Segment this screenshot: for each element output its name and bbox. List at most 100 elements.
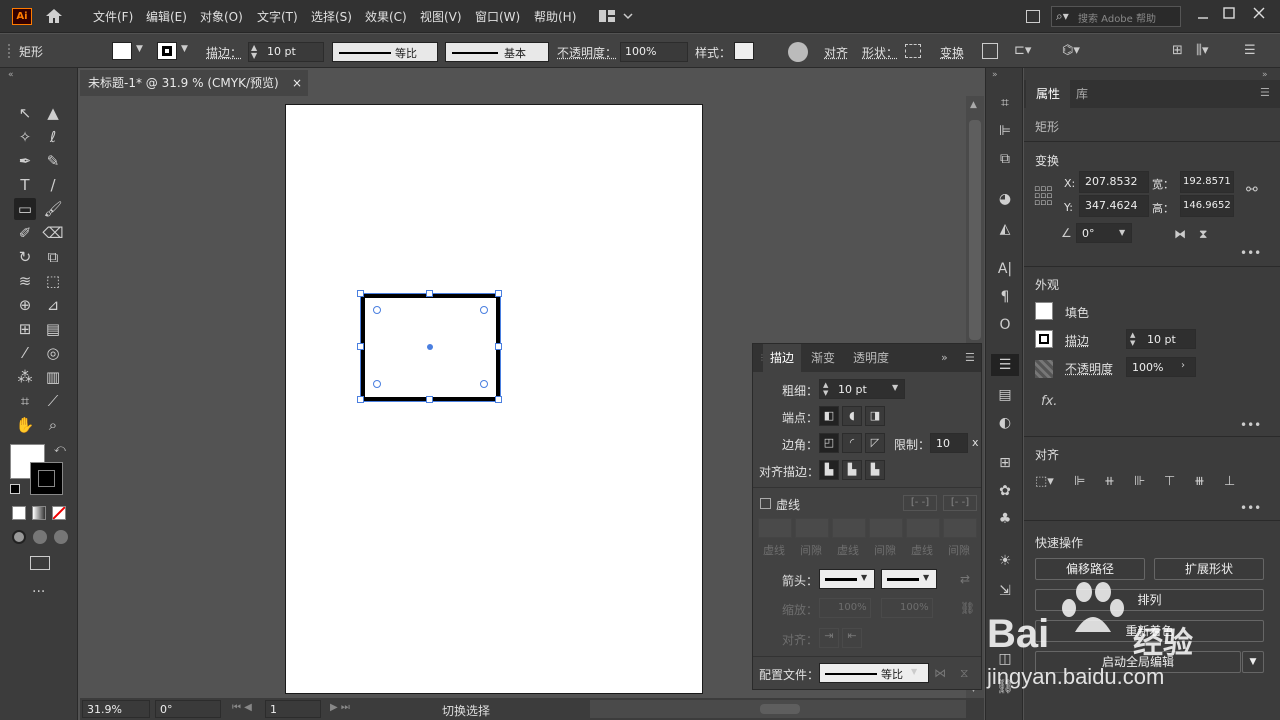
artboard-tool-icon[interactable]: ⌗ — [14, 390, 36, 412]
stroke-weight-stepper-props[interactable]: ▲ ▼ — [1130, 331, 1135, 347]
transform-link[interactable]: 变换 — [940, 44, 964, 61]
eyedropper-tool-icon[interactable]: ⁄ — [14, 342, 36, 364]
type-tool-icon[interactable]: T — [14, 174, 36, 196]
handle-middle-left[interactable] — [357, 343, 364, 350]
x-field[interactable]: 207.8532 — [1079, 171, 1149, 193]
fill-swatch[interactable] — [112, 42, 132, 60]
constrain-proportions-icon[interactable]: ⚯ — [1246, 182, 1258, 198]
workspace-switcher-icon[interactable] — [598, 9, 634, 23]
dash-preserve-icon[interactable]: [- -] — [903, 495, 937, 511]
more-tools-icon[interactable]: ··· — [32, 584, 45, 600]
stroke-dropdown-icon[interactable]: ▼ — [181, 44, 188, 54]
artboard-number-field[interactable]: 1 — [265, 700, 321, 718]
corner-widget-bl[interactable] — [373, 380, 381, 388]
curvature-tool-icon[interactable]: ✎ — [42, 150, 64, 172]
maximize-button[interactable] — [1222, 6, 1236, 20]
grid-layout-icon[interactable]: ⊞ — [1172, 43, 1183, 58]
pen-tool-icon[interactable]: ✒ — [14, 150, 36, 172]
scale-tool-icon[interactable]: ⧉ — [42, 246, 64, 268]
align-top-icon[interactable]: ⊤ — [1164, 474, 1175, 489]
slice-tool-icon[interactable]: ⟋ — [42, 390, 64, 412]
y-field[interactable]: 347.4624 — [1079, 195, 1149, 217]
hscroll-thumb[interactable] — [760, 704, 800, 714]
fx-icon[interactable]: fx. — [1041, 394, 1057, 409]
document-tab[interactable]: 未标题-1* @ 31.9 % (CMYK/预览) × — [80, 70, 308, 96]
width-tool-icon[interactable]: ≋ — [14, 270, 36, 292]
stroke-swatch[interactable] — [157, 42, 177, 60]
corner-widget-tl[interactable] — [373, 306, 381, 314]
direct-selection-tool-icon[interactable]: ▲ — [42, 102, 64, 124]
align-hcenter-icon[interactable]: ⧺ — [1104, 474, 1115, 489]
link-scale-icon[interactable]: ⛓ — [960, 601, 975, 615]
dash-field-1[interactable] — [758, 518, 792, 538]
profile-dropdown[interactable]: 等比 — [332, 42, 438, 62]
panel-expand-icon[interactable]: » — [941, 351, 948, 364]
handle-bottom-right[interactable] — [495, 396, 502, 403]
scale-start-field[interactable]: 100% — [819, 598, 871, 618]
default-colors-icon[interactable] — [10, 484, 20, 494]
handle-top-center[interactable] — [426, 290, 433, 297]
menu-file[interactable]: 文件(F) — [93, 8, 133, 25]
draw-normal-icon[interactable] — [12, 530, 26, 544]
blend-tool-icon[interactable]: ◎ — [42, 342, 64, 364]
color-mode-icon[interactable] — [12, 506, 26, 520]
scale-end-field[interactable]: 100% — [881, 598, 933, 618]
stroke-swatch-props[interactable] — [1035, 330, 1053, 348]
image-trace-panel-icon[interactable]: ◭ — [993, 218, 1017, 240]
menu-object[interactable]: 对象(O) — [200, 8, 243, 25]
last-artboard-icon[interactable]: ▶ ⏭ — [330, 702, 350, 713]
props-menu-icon[interactable]: ☰ — [1260, 86, 1270, 99]
menu-help[interactable]: 帮助(H) — [534, 8, 576, 25]
dashed-checkbox[interactable] — [760, 498, 771, 509]
stroke-color-box[interactable] — [30, 462, 63, 495]
selection-tool-icon[interactable]: ↖ — [14, 102, 36, 124]
opacity-field-props[interactable]: 100% — [1126, 357, 1196, 377]
opacity-label[interactable]: 不透明度： — [557, 44, 617, 61]
weight-stepper-icon[interactable]: ▲ ▼ — [823, 381, 828, 397]
align-center-stroke-icon[interactable]: ▙ — [819, 460, 839, 480]
align-bottom-icon[interactable]: ⊥ — [1224, 474, 1235, 489]
global-edit-dropdown[interactable]: ▼ — [1242, 651, 1264, 673]
eraser-tool-icon[interactable]: ⌫ — [42, 222, 64, 244]
arrange-docs-icon[interactable] — [1026, 10, 1040, 23]
distribute-icon[interactable]: ⫼▾ — [1196, 43, 1209, 58]
pathfinder-panel-icon[interactable]: ⧉ — [993, 148, 1017, 170]
close-window-button[interactable] — [1252, 6, 1266, 20]
gap-field-2[interactable] — [869, 518, 903, 538]
shaper-tool-icon[interactable]: ✐ — [14, 222, 36, 244]
dash-field-3[interactable] — [906, 518, 940, 538]
flip-vertical-icon[interactable]: ⧗ — [1199, 227, 1207, 242]
bevel-join-icon[interactable]: ◸ — [865, 433, 885, 453]
opacity-swatch-props[interactable] — [1035, 360, 1053, 378]
end-arrowhead-dropdown[interactable]: ▼ — [881, 569, 937, 589]
handle-top-left[interactable] — [357, 290, 364, 297]
home-icon[interactable] — [44, 6, 64, 26]
gap-field-1[interactable] — [795, 518, 829, 538]
stroke-weight-props[interactable]: 10 pt — [1126, 329, 1196, 349]
corner-widget-tr[interactable] — [480, 306, 488, 314]
scroll-up-icon[interactable]: ▲ — [970, 100, 977, 110]
gradient-tool-icon[interactable]: ▤ — [42, 318, 64, 340]
offset-path-button[interactable]: 偏移路径 — [1035, 558, 1145, 580]
brushes-panel-icon[interactable]: ✿ — [993, 480, 1017, 502]
handle-bottom-left[interactable] — [357, 396, 364, 403]
tab-transparency[interactable]: 透明度 — [853, 344, 889, 372]
swatches-panel-icon[interactable]: ⊞ — [993, 452, 1017, 474]
menu-type[interactable]: 文字(T) — [257, 8, 298, 25]
panel-menu-icon[interactable]: ☰ — [965, 351, 975, 364]
tab-stroke[interactable]: 描边 — [763, 344, 801, 372]
search-field[interactable]: ⌕▾ 搜索 Adobe 帮助 — [1051, 6, 1181, 27]
menu-window[interactable]: 窗口(W) — [475, 8, 520, 25]
color-guide-panel-icon[interactable]: ◕ — [993, 188, 1017, 210]
status-text[interactable]: 切换选择 — [442, 702, 490, 719]
align-to-icon[interactable]: ⬚▾ — [1035, 474, 1054, 489]
strip-collapse-icon[interactable]: » — [992, 70, 998, 80]
tab-properties[interactable]: 属性 — [1026, 80, 1070, 108]
free-transform-tool-icon[interactable]: ⬚ — [42, 270, 64, 292]
menu-select[interactable]: 选择(S) — [311, 8, 352, 25]
handle-bottom-center[interactable] — [426, 396, 433, 403]
zoom-field[interactable]: 31.9% — [82, 700, 150, 718]
menu-effect[interactable]: 效果(C) — [365, 8, 407, 25]
draw-inside-icon[interactable] — [54, 530, 68, 544]
height-field[interactable]: 146.9652 — [1180, 195, 1234, 217]
